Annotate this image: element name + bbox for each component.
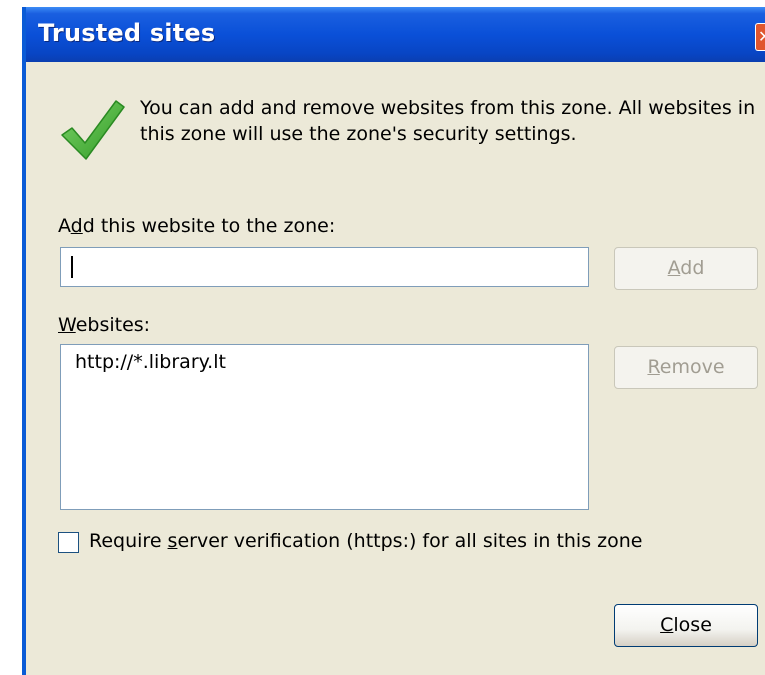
add-button[interactable]: Add	[614, 247, 758, 290]
trusted-sites-dialog: Trusted sites ✕ You can add and remove w…	[22, 7, 765, 675]
text-caret	[71, 256, 73, 278]
require-verification-label[interactable]: Require server verification (https:) for…	[89, 530, 642, 552]
websites-label: Websites:	[58, 314, 151, 336]
title-bar[interactable]: Trusted sites ✕	[26, 7, 765, 62]
websites-list[interactable]: http://*.library.lt	[60, 344, 589, 510]
window-title: Trusted sites	[38, 19, 216, 47]
intro-text: You can add and remove websites from thi…	[140, 97, 756, 145]
green-checkmark-icon	[61, 100, 125, 160]
website-input[interactable]	[60, 247, 589, 287]
add-website-label: Add this website to the zone:	[58, 215, 336, 237]
require-verification-checkbox[interactable]	[58, 532, 79, 553]
list-item[interactable]: http://*.library.lt	[75, 351, 226, 373]
close-button[interactable]: Close	[614, 604, 758, 647]
close-icon[interactable]: ✕	[755, 23, 765, 51]
remove-button[interactable]: Remove	[614, 346, 758, 389]
